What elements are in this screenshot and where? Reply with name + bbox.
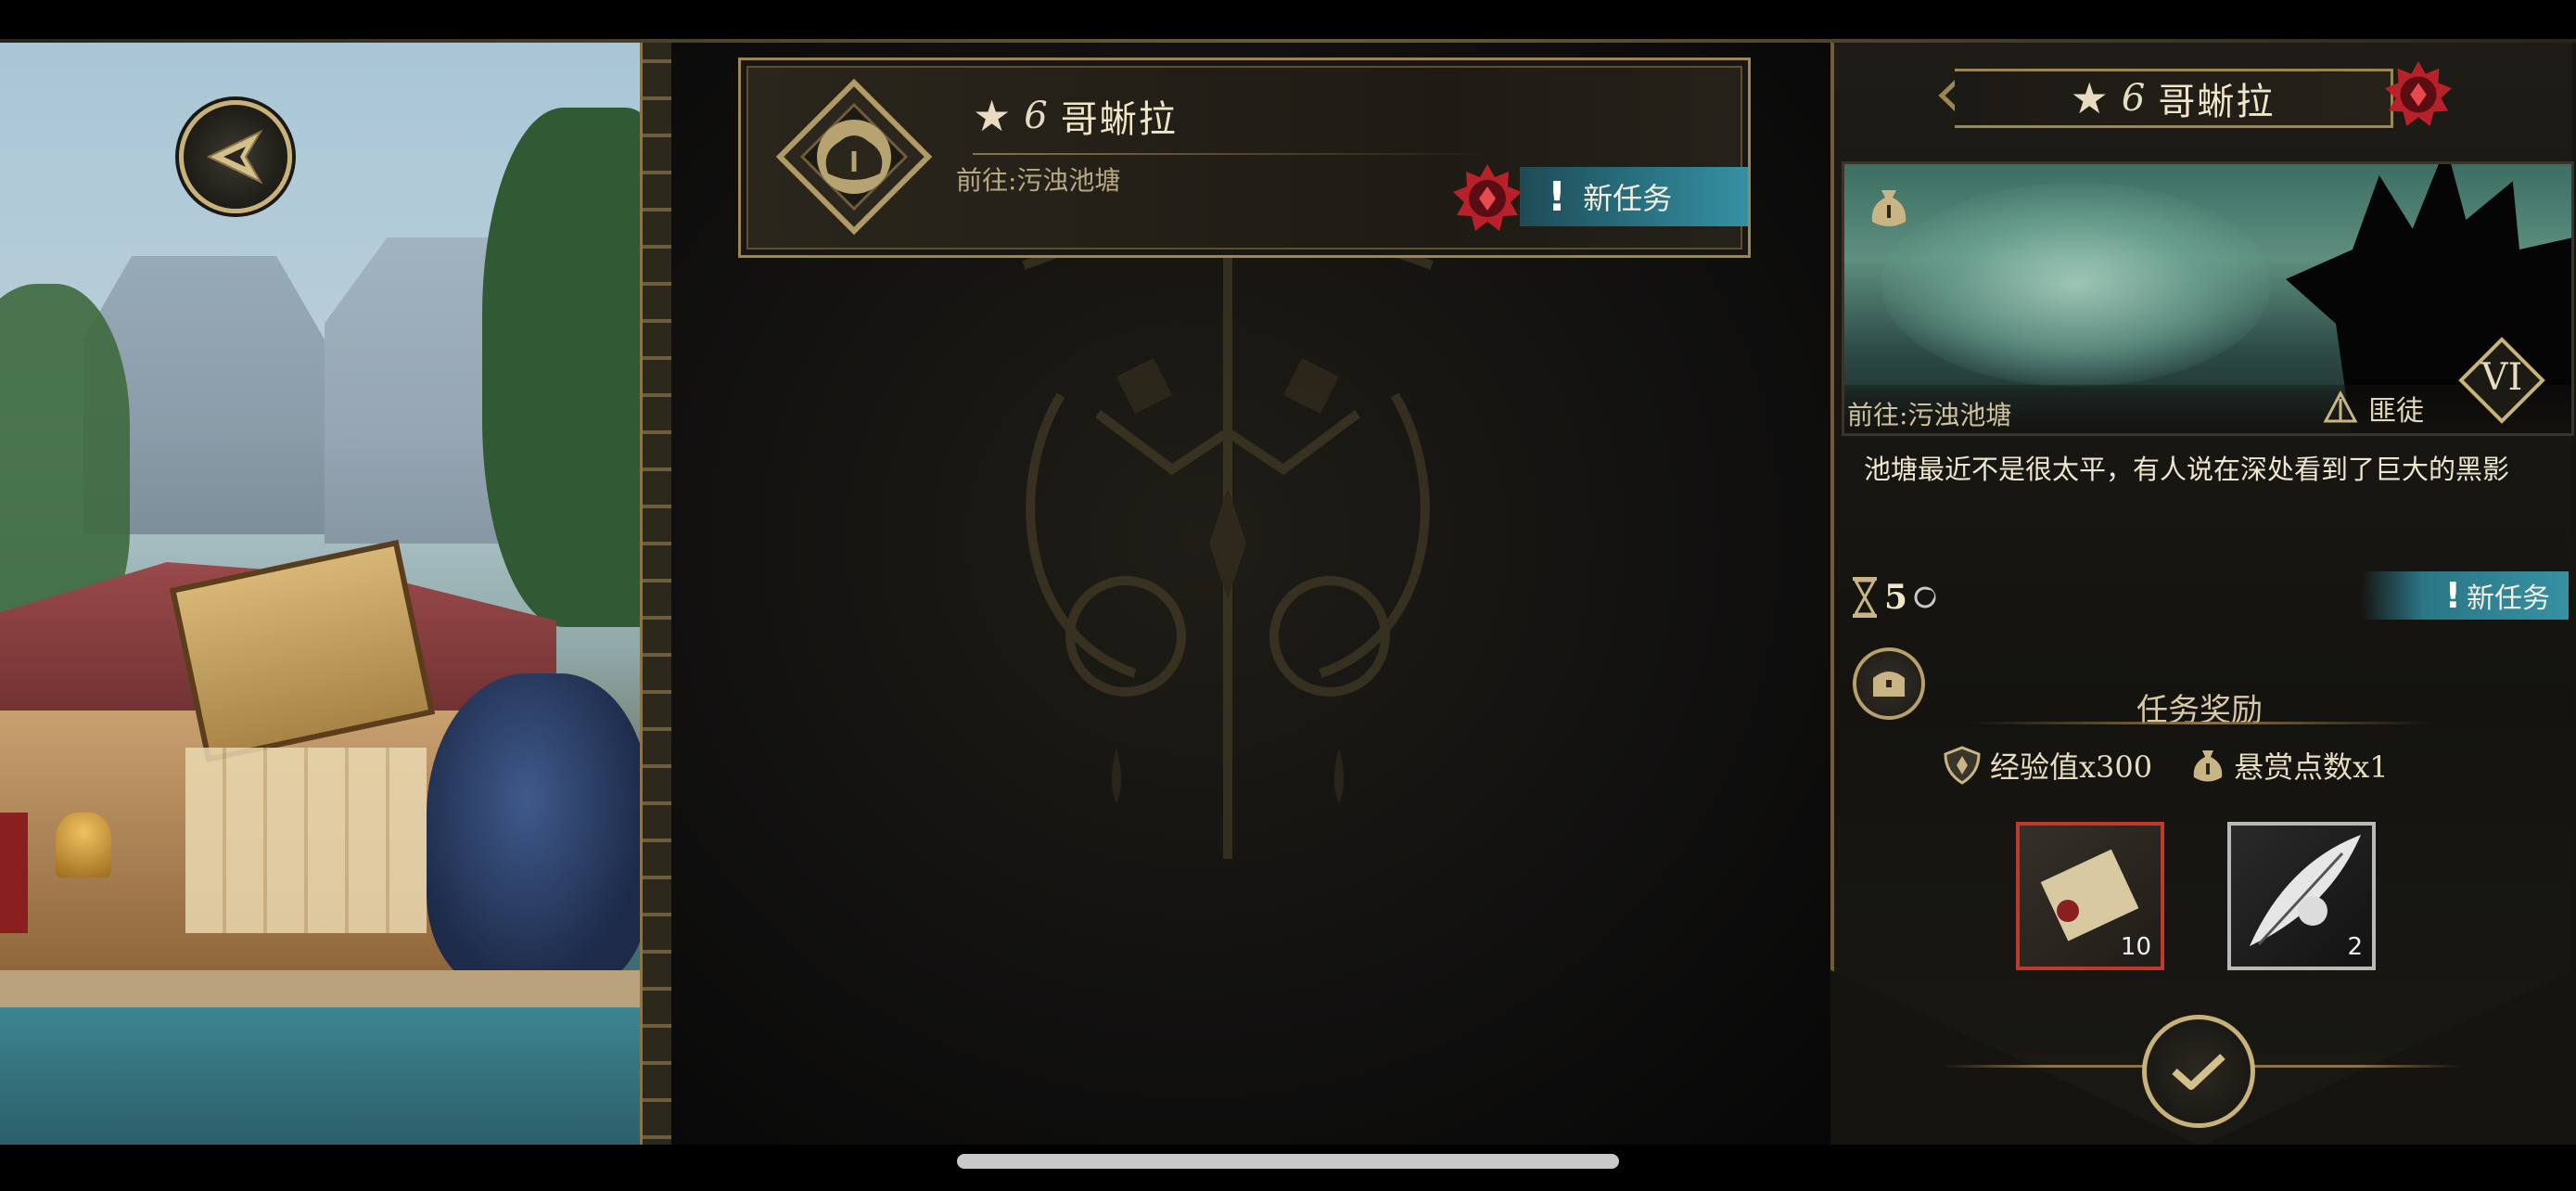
new-quest-tag: ! 新任务 [1520,167,1748,226]
enemy-type: 匪徒 [2322,388,2424,429]
bandit-icon [2323,390,2358,423]
reward-divider [1970,722,2433,724]
reward-item-scroll[interactable]: 10 [2016,822,2164,970]
pond-light [1881,183,2271,387]
reward-bounty-label: 悬赏点数x1 [2234,749,2389,785]
rank-label: VI [2480,356,2523,399]
reward-list: 经验值x300 悬赏点数x1 [1942,744,2389,787]
exclamation-icon: ! [1548,173,1567,221]
danger-seal-icon [1453,164,1522,231]
new-quest-label: 新任务 [1583,181,1673,216]
time-value: 5 [1884,578,1908,617]
time-cost: 5 [1851,575,1937,620]
bell [56,813,111,877]
shield-icon [1944,746,1981,785]
detail-level: 6 [2121,77,2146,120]
frog-character [427,673,640,989]
detail-destination: 前往:污浊池塘 [1847,400,2012,430]
banner [0,813,28,933]
money-bag-icon [775,78,933,236]
moon-icon [1914,586,1936,608]
star-icon: ★ [2070,73,2109,123]
money-bag-icon [1871,190,1906,226]
quest-description: 池塘最近不是很太平，有人说在深处看到了巨大的黑影 [1864,454,2510,485]
new-quest-label: 新任务 [2467,583,2550,615]
detail-name: 哥蜥拉 [2158,81,2276,123]
enemy-type-label: 匪徒 [2368,395,2424,428]
quest-title: ★ 6 哥蜥拉 [973,86,1178,146]
quest-destination: 前往:污浊池塘 [956,165,1121,196]
quest-level: 6 [1024,95,1048,137]
tree [482,108,640,627]
star-icon: ★ [973,91,1012,141]
checkmark-icon [2172,1054,2225,1090]
money-bag-icon [2193,750,2223,782]
bounty-board [185,748,427,933]
quest-name: 哥蜥拉 [1060,98,1178,141]
detail-title: ★ 6 哥蜥拉 [1955,69,2393,128]
guild-emblem-icon [1022,186,1434,859]
rank-badge: VI [2457,336,2546,425]
item-count: 10 [2120,933,2151,961]
reward-exp: 经验值x300 [1942,744,2152,787]
home-indicator[interactable] [957,1154,1619,1169]
reward-bounty-points: 悬赏点数x1 [2189,744,2389,787]
quest-list-item[interactable]: ★ 6 哥蜥拉 前往:污浊池塘 ! 新任务 [738,58,1751,258]
exclamation-icon: ! [2444,575,2461,616]
quest-detail-panel: ★ 6 哥蜥拉 前往:污浊池塘 匪徒 VI 池塘最近不是很太平，有人说在深处看到… [1830,43,2576,1146]
item-count: 2 [2347,933,2363,961]
top-bar [0,0,2576,41]
reward-item-feather[interactable]: 2 [2227,822,2376,970]
danger-seal-icon [2384,60,2453,127]
town-scene [0,43,640,1145]
title-separator [973,153,1492,155]
back-arrow-icon [206,129,263,185]
new-quest-tag: ! 新任务 [2361,571,2569,620]
reward-exp-label: 经验值x300 [1990,749,2153,785]
hourglass-icon [1853,577,1877,618]
confirm-button[interactable] [2142,1015,2255,1128]
back-button[interactable] [179,100,292,213]
water [0,1007,640,1145]
